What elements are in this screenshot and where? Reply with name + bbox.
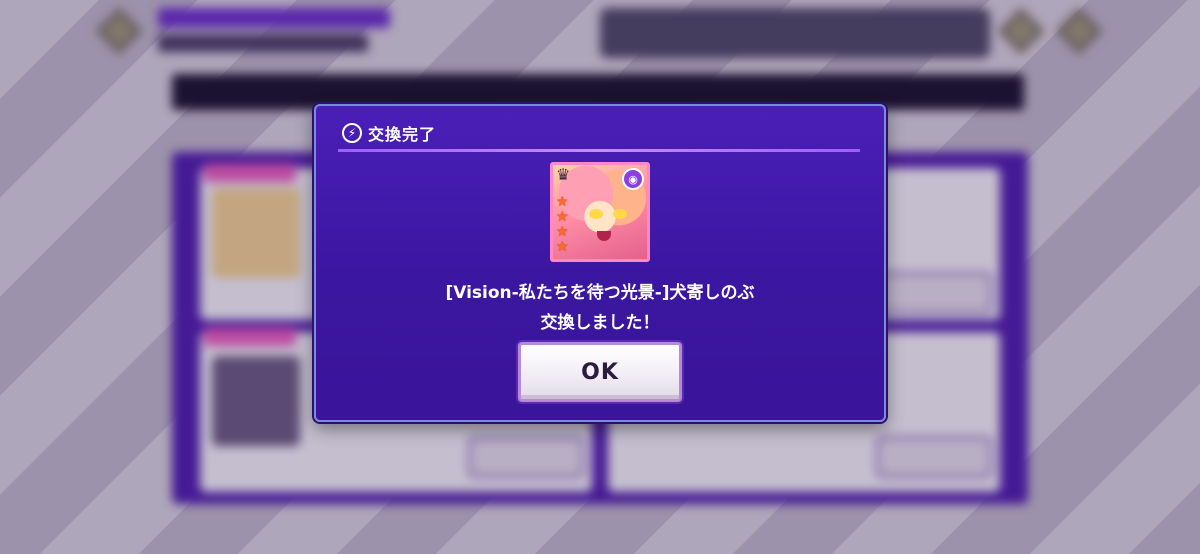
lightning-icon: ⚡: [342, 123, 362, 143]
star-icon: ★: [556, 239, 569, 255]
card-art-eye: [589, 209, 603, 219]
dialog-header: ⚡ 交換完了: [342, 120, 436, 146]
star-icon: ★: [556, 224, 569, 240]
game-screen: ⚡ 交換完了 ♛ ◉ ★ ★ ★ ★ [Vision-私たちを待つ光景-]犬寄し…: [0, 0, 1200, 554]
card-art-eye: [613, 209, 627, 219]
card-name-message: [Vision-私たちを待つ光景-]犬寄しのぶ: [445, 283, 755, 303]
star-icon: ★: [556, 209, 569, 225]
dialog-title: 交換完了: [368, 125, 437, 144]
ok-button[interactable]: OK: [518, 342, 682, 402]
exchange-result-message: 交換しました！: [540, 313, 660, 333]
attribute-icon: ◉: [622, 168, 644, 190]
exchange-complete-dialog: ⚡ 交換完了 ♛ ◉ ★ ★ ★ ★ [Vision-私たちを待つ光景-]犬寄し…: [314, 104, 886, 422]
crown-icon: ♛: [556, 165, 571, 184]
rarity-stars: ★ ★ ★ ★: [556, 195, 569, 254]
ok-button-label: OK: [581, 359, 619, 385]
star-icon: ★: [556, 194, 569, 210]
title-divider: [338, 149, 860, 152]
card-thumbnail: ♛ ◉ ★ ★ ★ ★: [550, 162, 650, 262]
card-art-mouth: [597, 231, 611, 241]
